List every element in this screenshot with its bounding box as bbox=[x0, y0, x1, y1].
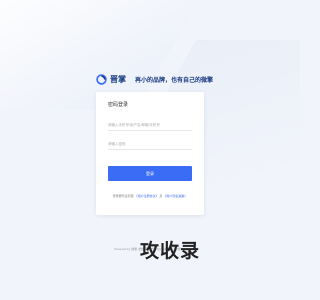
agreement-prefix: 登录即代表同意 bbox=[112, 194, 134, 198]
brand-slogan: 再小的品牌，也有自己的微擎 bbox=[135, 77, 214, 84]
brand-header: 晋掌 再小的品牌，也有自己的微擎 bbox=[96, 72, 296, 86]
logo: 晋掌 bbox=[96, 73, 126, 85]
password-input[interactable] bbox=[108, 138, 192, 150]
user-agreement-link[interactable]: 《用户注册协议》 bbox=[135, 194, 159, 198]
agreement-and: 及 bbox=[159, 194, 163, 198]
logo-icon bbox=[96, 73, 107, 85]
login-button[interactable]: 登录 bbox=[108, 166, 192, 181]
agreement-text: 登录即代表同意 《用户注册协议》 及 《用户隐私政策》 bbox=[102, 194, 198, 198]
logo-text: 晋掌 bbox=[110, 74, 126, 84]
privacy-policy-link[interactable]: 《用户隐私政策》 bbox=[163, 194, 187, 198]
login-card: 密码登录 登录 登录即代表同意 《用户注册协议》 及 《用户隐私政策》 bbox=[96, 92, 204, 215]
account-input[interactable] bbox=[108, 119, 192, 131]
login-title: 密码登录 bbox=[108, 102, 129, 108]
footer-copyright: Powered by 微擎 (微信第三方平台) 版权所有 微擎 2.0 bbox=[114, 247, 186, 251]
